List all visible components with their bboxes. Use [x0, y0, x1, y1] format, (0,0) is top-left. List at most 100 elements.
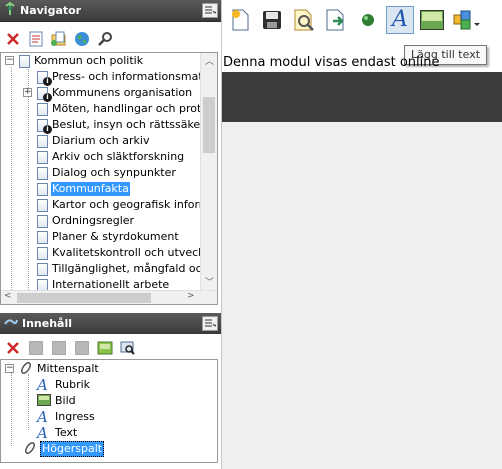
tree-node-label: Ordningsregler [52, 214, 135, 227]
preview-icon[interactable] [119, 339, 137, 357]
page-icon [37, 246, 48, 260]
new-page-button[interactable] [226, 6, 254, 34]
expand-toggle[interactable]: + [23, 88, 32, 97]
tree-node-label: Tillgänglighet, mångfald och ja [52, 262, 218, 275]
scrollbar-thumb[interactable] [17, 293, 151, 303]
navigator-tree: − Kommun och politik i Press- och inform… [0, 52, 218, 305]
tree-node-kommun-och-politik[interactable]: − Kommun och politik [5, 53, 144, 69]
content-node-label: Text [55, 426, 78, 439]
module-online-message: Denna modul visas endast online [223, 55, 440, 70]
navigator-panel: Navigator − Kommun och politik i Press- … [0, 0, 221, 313]
status-icon[interactable] [354, 6, 382, 34]
navigator-horizontal-scrollbar[interactable]: < > [1, 290, 217, 304]
tree-node-kommunfakta[interactable]: Kommunfakta [37, 181, 130, 197]
tree-node-kommunens-organisation[interactable]: + i Kommunens organisation [23, 85, 193, 102]
page-icon [19, 54, 30, 68]
tree-connector [11, 370, 12, 446]
tree-node-kartor[interactable]: Kartor och geografisk informa [37, 197, 217, 213]
navigator-title: Navigator [20, 4, 82, 17]
navigator-menu-button[interactable] [202, 3, 218, 18]
tree-node-label: Kommun och politik [34, 54, 144, 67]
tree-connector [28, 374, 29, 430]
tree-node-label-selected: Kommunfakta [51, 182, 130, 196]
tree-node-press[interactable]: i Press- och informationsmateri [37, 69, 217, 86]
navigator-header: Navigator [0, 0, 221, 22]
content-panel: Innehåll − Mittenspalt A Rubrik Bild A I… [0, 313, 221, 469]
page-icon [37, 262, 48, 276]
add-text-button[interactable]: A [386, 6, 414, 34]
scroll-up-arrow-icon[interactable]: ︿ [205, 54, 214, 67]
navigator-icon [4, 1, 16, 19]
content-node-bild[interactable]: Bild [37, 393, 77, 409]
tree-node-arkiv[interactable]: Arkiv och släktforskning [37, 149, 185, 165]
tree-connector [11, 67, 12, 292]
publish-button[interactable] [322, 6, 350, 34]
content-node-ingress[interactable]: A Ingress [37, 408, 96, 426]
delete-icon[interactable] [4, 339, 22, 357]
content-node-label: Rubrik [55, 378, 91, 391]
column-icon [23, 441, 37, 458]
tree-node-label: Kvalitetskontroll och utvecklin [52, 246, 218, 259]
checklist-icon[interactable] [27, 30, 45, 48]
scroll-right-arrow-icon[interactable]: > [187, 291, 195, 301]
collapse-toggle[interactable]: − [5, 364, 14, 373]
paste-icon[interactable] [73, 339, 91, 357]
folder-page-icon[interactable] [50, 30, 68, 48]
tree-node-label: Planer & styrdokument [52, 230, 179, 243]
tree-node-moten[interactable]: Möten, handlingar och protok [37, 101, 215, 117]
image-module-icon[interactable] [96, 339, 114, 357]
content-title: Innehåll [22, 317, 73, 330]
collapse-toggle[interactable]: − [5, 56, 14, 65]
editor-toolbar: A [222, 0, 502, 40]
page-icon [37, 214, 48, 228]
scrollbar-thumb[interactable] [203, 97, 215, 153]
page-icon [37, 198, 48, 212]
page-icon [37, 134, 48, 148]
add-image-button[interactable] [418, 6, 446, 34]
tree-node-kvalitetskontroll[interactable]: Kvalitetskontroll och utvecklin [37, 245, 218, 261]
preview-button[interactable] [290, 6, 318, 34]
content-node-rubrik[interactable]: A Rubrik [37, 376, 91, 394]
page-icon [37, 150, 48, 164]
tree-node-label: Diarium och arkiv [52, 134, 150, 147]
search-icon[interactable] [96, 30, 114, 48]
tree-node-dialog[interactable]: Dialog och synpunkter [37, 165, 177, 181]
page-info-icon: i [37, 118, 52, 134]
copy-icon[interactable] [50, 339, 68, 357]
tree-node-beslut[interactable]: i Beslut, insyn och rättssäkerhe [37, 117, 218, 134]
content-node-label-selected: Högerspalt [40, 441, 105, 457]
content-node-label: Mittenspalt [37, 362, 99, 375]
content-menu-button[interactable] [202, 316, 218, 331]
tree-node-planer[interactable]: Planer & styrdokument [37, 229, 180, 245]
tree-node-label: Kommunens organisation [52, 86, 193, 99]
content-panel-icon [4, 316, 18, 331]
add-module-button[interactable] [450, 6, 484, 34]
content-tree: − Mittenspalt A Rubrik Bild A Ingress A … [0, 359, 218, 463]
content-node-label: Bild [55, 394, 76, 407]
content-node-text[interactable]: A Text [37, 424, 78, 442]
page-preview-band [222, 72, 502, 122]
tree-node-label: Arkiv och släktforskning [52, 150, 185, 163]
content-toolbar [0, 334, 221, 362]
content-header: Innehåll [0, 313, 221, 335]
globe-icon[interactable] [73, 30, 91, 48]
tree-node-diarium[interactable]: Diarium och arkiv [37, 133, 150, 149]
text-module-icon: A [392, 7, 408, 32]
navigator-vertical-scrollbar[interactable]: ︿ ﹀ [200, 53, 217, 290]
tree-node-label: Press- och informationsmateri [52, 70, 217, 83]
scroll-left-arrow-icon[interactable]: < [4, 291, 12, 301]
page-icon [37, 182, 48, 196]
text-module-icon: A [37, 424, 48, 442]
editor-area: A Lägg till text Denna modul visas endas… [221, 0, 502, 469]
page-info-icon: i [37, 86, 52, 102]
properties-icon[interactable] [27, 339, 45, 357]
tree-node-ordningsregler[interactable]: Ordningsregler [37, 213, 135, 229]
scroll-down-arrow-icon[interactable]: ﹀ [205, 275, 214, 288]
content-node-hogerspalt[interactable]: Högerspalt [23, 441, 105, 458]
content-node-label: Ingress [55, 410, 95, 423]
content-node-mittenspalt[interactable]: − Mittenspalt [5, 361, 100, 377]
tree-node-tillganglighet[interactable]: Tillgänglighet, mångfald och ja [37, 261, 218, 277]
delete-icon[interactable] [4, 30, 22, 48]
tree-node-label: Beslut, insyn och rättssäkerhe [52, 118, 218, 131]
save-button[interactable] [258, 6, 286, 34]
